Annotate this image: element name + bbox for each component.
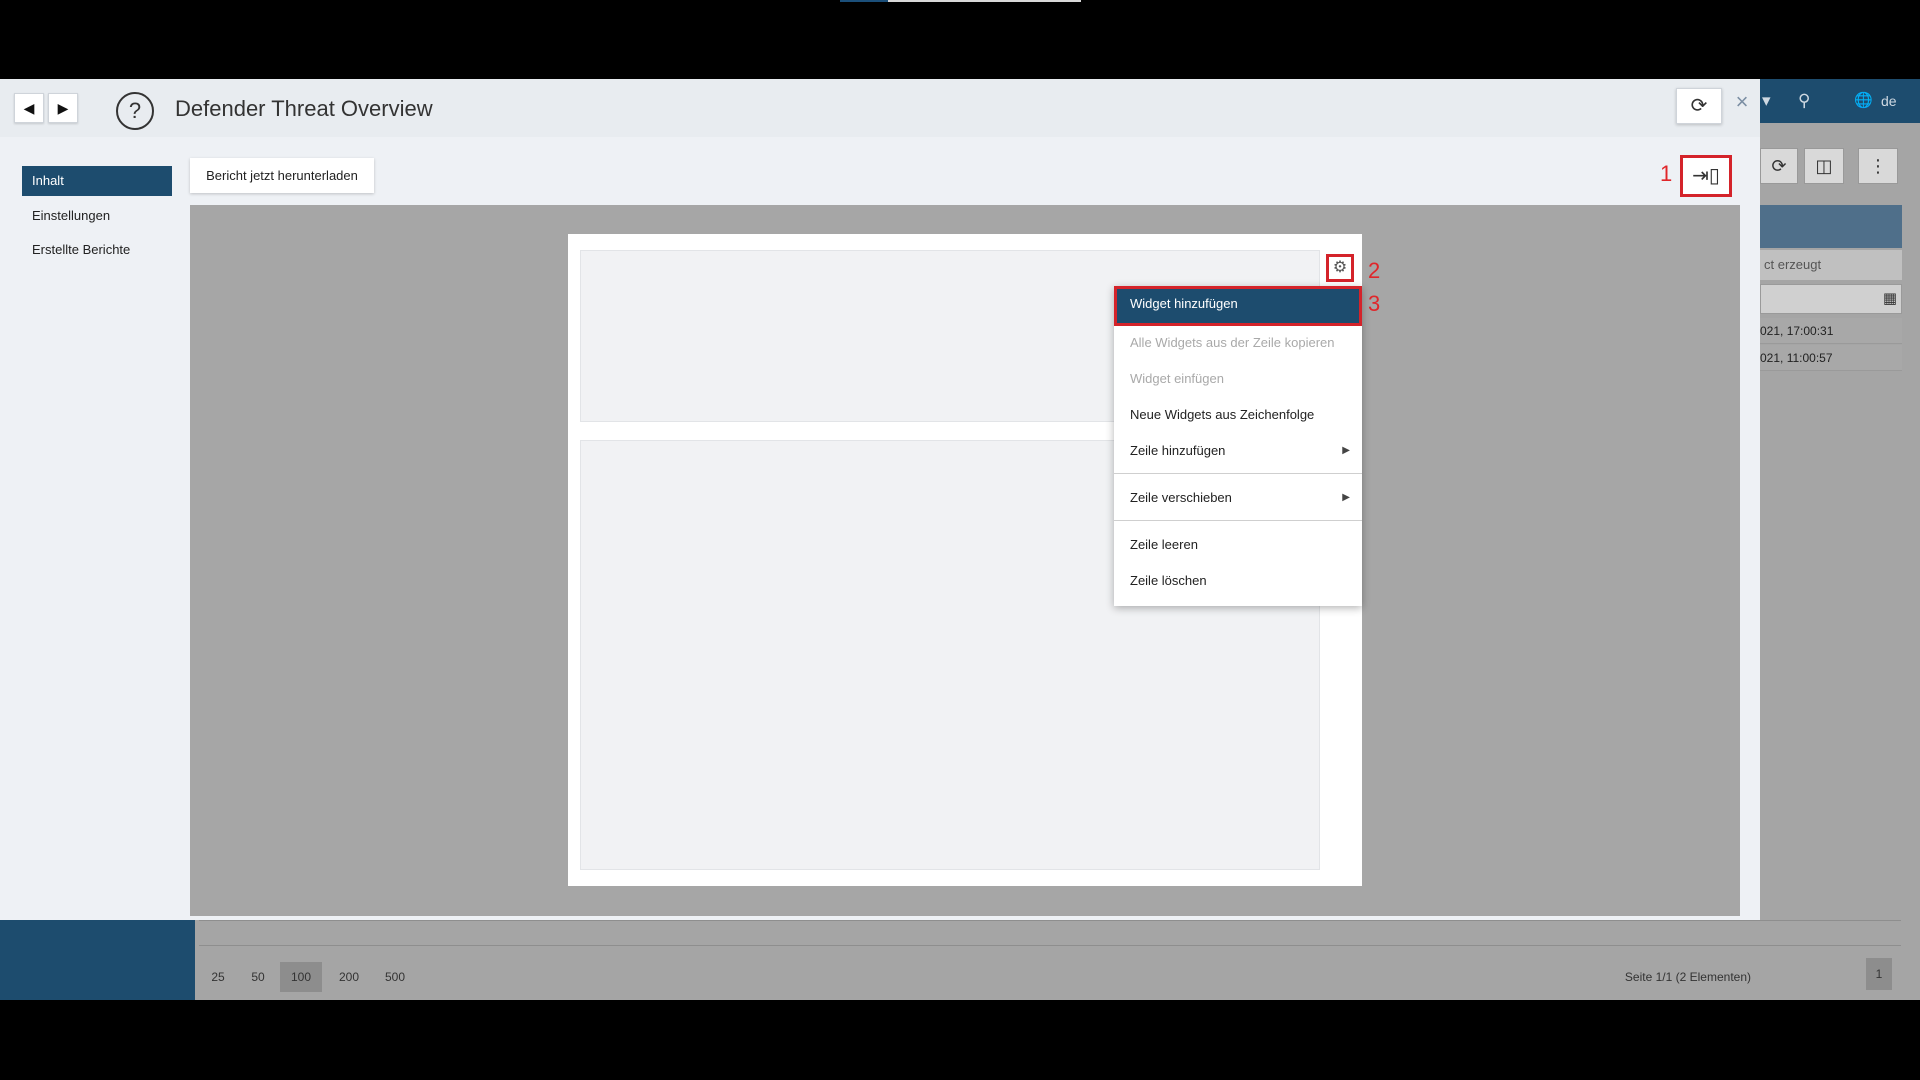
menu-item-widgets-from-string[interactable]: Neue Widgets aus Zeichenfolge xyxy=(1114,397,1362,433)
close-icon[interactable]: × xyxy=(1732,90,1752,114)
background-footer-bar xyxy=(199,920,1901,946)
split-view-icon[interactable]: ◫ xyxy=(1804,148,1844,184)
forward-button[interactable]: ▶ xyxy=(48,93,78,123)
refresh-icon[interactable]: ⟳ xyxy=(1760,148,1798,184)
sidebar-item-erstellte-berichte[interactable]: Erstellte Berichte xyxy=(22,235,172,265)
annotation-label-3: 3 xyxy=(1368,291,1381,316)
back-button[interactable]: ◀ xyxy=(14,93,44,123)
menu-item-add-row[interactable]: Zeile hinzufügen ▶ xyxy=(1114,433,1362,469)
page-size-200[interactable]: 200 xyxy=(334,962,364,992)
modal-refresh-button[interactable]: ⟳ xyxy=(1676,88,1722,124)
search-icon[interactable]: ⚲ xyxy=(1798,79,1810,123)
gear-icon[interactable]: ⚙ xyxy=(1326,254,1354,282)
dropdown-icon[interactable]: ▾ xyxy=(1762,79,1771,123)
menu-item-paste-widget[interactable]: Widget einfügen xyxy=(1114,361,1362,397)
background-topbar: ▾ ⚲ 🌐 de xyxy=(1760,79,1920,123)
date-filter-field[interactable]: ▦ xyxy=(1760,284,1902,314)
menu-item-clear-row[interactable]: Zeile leeren xyxy=(1114,527,1362,563)
menu-item-label: Zeile verschieben xyxy=(1130,490,1232,505)
help-icon[interactable]: ? xyxy=(116,92,154,130)
menu-item-copy-all-widgets[interactable]: Alle Widgets aus der Zeile kopieren xyxy=(1114,325,1362,361)
page-size-50[interactable]: 50 xyxy=(246,962,270,992)
calendar-icon[interactable]: ▦ xyxy=(1883,289,1897,307)
screen-indicator-bar xyxy=(888,0,1081,2)
submenu-arrow-icon: ▶ xyxy=(1342,492,1350,503)
table-row[interactable]: 021, 17:00:31 xyxy=(1760,318,1902,344)
globe-icon[interactable]: 🌐 xyxy=(1854,79,1873,123)
page-size-25[interactable]: 25 xyxy=(206,962,230,992)
menu-item-add-widget[interactable]: Widget hinzufügen xyxy=(1114,286,1362,326)
menu-divider xyxy=(1114,473,1362,474)
modal-title: Defender Threat Overview xyxy=(175,96,433,121)
annotation-label-1: 1 xyxy=(1660,161,1673,186)
menu-item-label: Zeile hinzufügen xyxy=(1130,443,1226,458)
page-size-500[interactable]: 500 xyxy=(380,962,410,992)
page-number-button[interactable]: 1 xyxy=(1866,958,1892,990)
menu-divider xyxy=(1114,520,1362,521)
pagination-info: Seite 1/1 (2 Elementen) xyxy=(1624,970,1751,984)
menu-item-move-row[interactable]: Zeile verschieben ▶ xyxy=(1114,480,1362,516)
submenu-arrow-icon: ▶ xyxy=(1342,445,1350,456)
background-table-header xyxy=(1760,205,1902,248)
sidebar-item-einstellungen[interactable]: Einstellungen xyxy=(22,201,172,231)
screen-indicator-blue xyxy=(840,0,888,2)
annotation-label-2: 2 xyxy=(1368,258,1381,283)
more-options-icon[interactable]: ⋮ xyxy=(1858,148,1898,184)
background-toolbar: ⟳ ◫ ⋮ xyxy=(1760,145,1920,187)
background-sidebar xyxy=(0,920,195,1000)
layout-toggle-icon[interactable]: ⇥▯ xyxy=(1680,155,1732,197)
column-header: ct erzeugt xyxy=(1760,250,1902,280)
page-size-100[interactable]: 100 xyxy=(280,962,322,992)
download-report-button[interactable]: Bericht jetzt herunterladen xyxy=(190,158,374,193)
sidebar-item-inhalt[interactable]: Inhalt xyxy=(22,166,172,196)
table-row[interactable]: 021, 11:00:57 xyxy=(1760,345,1902,371)
language-label[interactable]: de xyxy=(1881,79,1897,123)
menu-item-delete-row[interactable]: Zeile löschen xyxy=(1114,563,1362,599)
